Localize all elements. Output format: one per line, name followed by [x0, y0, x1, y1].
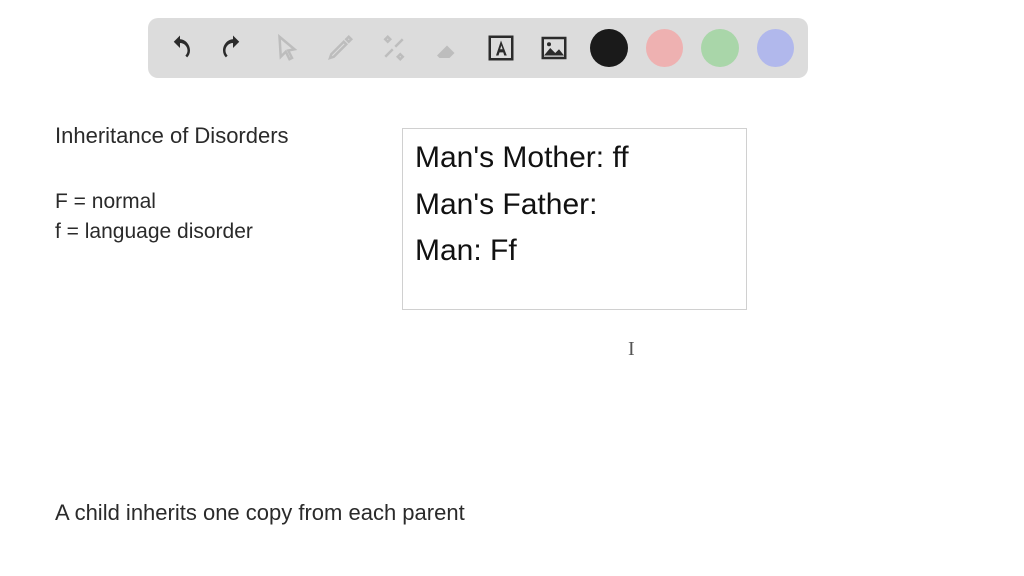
textbox-line-2: Man's Father: [415, 182, 734, 229]
undo-icon [165, 33, 195, 63]
toolbar [148, 18, 808, 78]
legend-line-1: F = normal [55, 187, 253, 217]
eraser-icon [432, 33, 462, 63]
tools-icon [379, 33, 409, 63]
color-green[interactable] [701, 29, 738, 67]
color-pink[interactable] [646, 29, 683, 67]
tools-button[interactable] [376, 30, 412, 66]
legend-line-2: f = language disorder [55, 217, 253, 247]
page-title: Inheritance of Disorders [55, 123, 289, 149]
pen-button[interactable] [323, 30, 359, 66]
color-blue[interactable] [757, 29, 794, 67]
pen-icon [325, 33, 355, 63]
image-button[interactable] [537, 30, 573, 66]
eraser-button[interactable] [430, 30, 466, 66]
pointer-button[interactable] [269, 30, 305, 66]
redo-button[interactable] [216, 30, 252, 66]
text-cursor-icon: I [628, 338, 629, 360]
textbox-line-3: Man: Ff [415, 228, 734, 275]
bottom-note: A child inherits one copy from each pare… [55, 500, 465, 526]
pointer-icon [272, 33, 302, 63]
text-icon [486, 33, 516, 63]
undo-button[interactable] [162, 30, 198, 66]
legend: F = normal f = language disorder [55, 187, 253, 248]
color-black[interactable] [590, 29, 627, 67]
text-box[interactable]: Man's Mother: ff Man's Father: Man: Ff [402, 128, 747, 310]
text-button[interactable] [483, 30, 519, 66]
textbox-line-1: Man's Mother: ff [415, 135, 734, 182]
image-icon [539, 33, 569, 63]
redo-icon [218, 33, 248, 63]
